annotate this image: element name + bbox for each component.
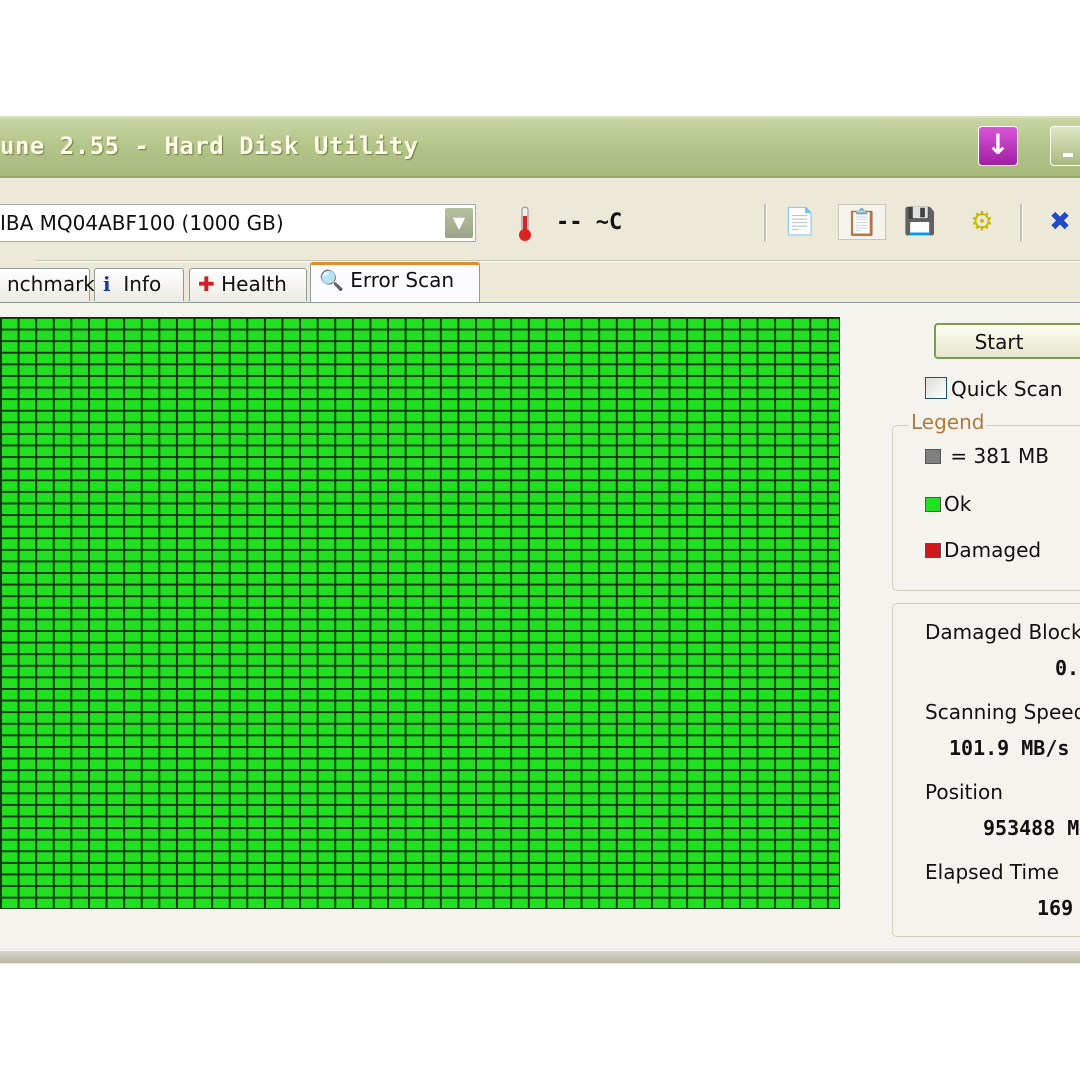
drive-select[interactable]: IBA MQ04ABF100 (1000 GB) ▼	[0, 204, 476, 242]
damaged-blocks-value: 0.0	[1055, 656, 1080, 680]
quick-scan-label: Quick Scan	[951, 377, 1063, 401]
hdtune-window: une 2.55 - Hard Disk Utility ↓ IBA MQ04A…	[0, 116, 1080, 964]
legend-text: Damaged	[944, 538, 1042, 562]
exit-icon[interactable]: ✖	[1042, 204, 1078, 240]
damaged-blocks-label: Damaged Block	[925, 620, 1080, 644]
scanning-speed-label: Scanning Speed	[925, 700, 1080, 724]
legend-block-size: = 381 MB	[925, 444, 1049, 468]
tab-bar: nchmark i Info ✚ Health 🔍 Error Scan	[0, 262, 1080, 303]
copy-text-icon[interactable]: 📄	[782, 204, 818, 240]
position-label: Position	[925, 780, 1003, 804]
legend-title: Legend	[909, 410, 987, 434]
scanning-speed-value: 101.9 MB/s	[949, 736, 1070, 760]
legend-group: Legend = 381 MB Ok Damaged	[892, 410, 1080, 591]
checkbox-icon[interactable]	[925, 377, 947, 399]
window-bottom-border	[0, 950, 1080, 963]
chevron-down-icon[interactable]: ▼	[445, 208, 473, 238]
health-cross-icon: ✚	[198, 272, 215, 296]
magnifier-icon: 🔍	[319, 268, 344, 292]
thermometer-icon	[519, 206, 531, 241]
tab-health[interactable]: ✚ Health	[189, 268, 307, 301]
info-icon: i	[103, 272, 111, 296]
legend-ok: Ok	[925, 492, 971, 516]
options-icon[interactable]: ⚙	[964, 204, 1000, 240]
title-bar: une 2.55 - Hard Disk Utility ↓	[0, 118, 1080, 178]
tab-error-scan[interactable]: 🔍 Error Scan	[310, 262, 480, 302]
error-scan-panel: Start Quick Scan Legend = 381 MB Ok Dama…	[0, 303, 1080, 949]
scan-block-map	[0, 317, 840, 909]
minimize-button[interactable]	[1050, 126, 1080, 166]
download-arrow-icon[interactable]: ↓	[978, 126, 1018, 166]
toolbar-divider	[1020, 204, 1023, 242]
drive-select-value: IBA MQ04ABF100 (1000 GB)	[0, 211, 284, 235]
toolbar-divider-line	[36, 260, 1080, 262]
elapsed-time-value: 169	[1037, 896, 1074, 920]
scan-stats-group: Damaged Block 0.0 Scanning Speed 101.9 M…	[892, 603, 1080, 937]
legend-text: Ok	[944, 492, 972, 516]
window-title: une 2.55 - Hard Disk Utility	[0, 132, 419, 160]
quick-scan-checkbox[interactable]: Quick Scan	[925, 377, 1063, 401]
red-swatch-icon	[925, 543, 941, 558]
green-swatch-icon	[925, 497, 941, 512]
tab-benchmark[interactable]: nchmark	[0, 268, 95, 301]
start-button[interactable]: Start	[934, 323, 1080, 359]
tab-label: Health	[221, 272, 287, 296]
elapsed-time-label: Elapsed Time	[925, 860, 1059, 884]
toolbar-divider	[764, 204, 767, 242]
position-value: 953488 MB	[983, 816, 1080, 840]
legend-text: = 381 MB	[950, 444, 1049, 468]
tab-label: Info	[123, 272, 162, 296]
copy-screenshot-icon[interactable]: 📋	[838, 204, 886, 240]
temperature-readout: -- ~C	[556, 210, 623, 235]
toolbar: IBA MQ04ABF100 (1000 GB) ▼ -- ~C 📄 📋 💾 ⚙…	[0, 194, 1080, 264]
tab-label: nchmark	[7, 272, 95, 296]
legend-damaged: Damaged	[925, 538, 1041, 562]
save-icon[interactable]: 💾	[902, 204, 938, 240]
tab-label: Error Scan	[350, 268, 454, 292]
tab-info[interactable]: i Info	[94, 268, 184, 301]
gray-swatch-icon	[925, 449, 941, 464]
